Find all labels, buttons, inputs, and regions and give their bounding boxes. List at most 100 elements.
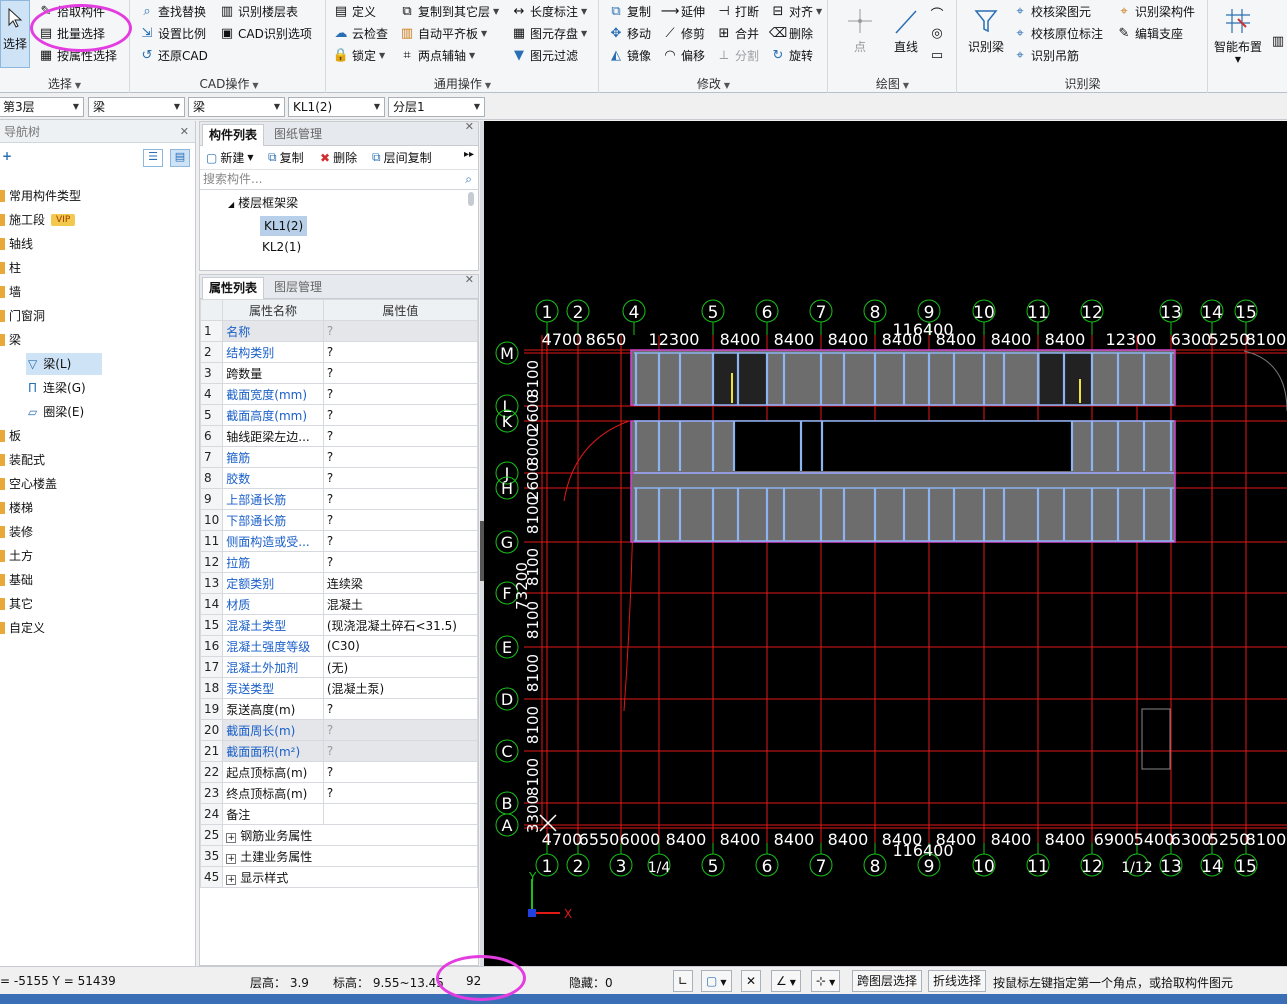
property-row[interactable]: 17 混凝土外加剂 (无) xyxy=(199,656,479,678)
navtree-item[interactable]: 装修 xyxy=(0,521,33,543)
property-value[interactable]: ? xyxy=(322,362,479,384)
navtree-item[interactable]: 自定义 xyxy=(0,617,45,639)
component-search-input[interactable]: 搜索构件... ⌕ xyxy=(200,170,478,190)
navtree-item[interactable]: 其它 xyxy=(0,593,33,615)
navtree-subitem[interactable]: ▱ 圈梁(E) xyxy=(26,401,116,423)
property-value[interactable]: ? xyxy=(322,383,479,405)
snap-toggle[interactable]: ✕ xyxy=(741,970,762,992)
search-icon[interactable]: ⌕ xyxy=(465,170,472,189)
property-value[interactable]: ? xyxy=(322,467,479,489)
property-value[interactable]: (无) xyxy=(322,656,479,678)
cloud-check-button[interactable]: ☁ 云检查 xyxy=(333,22,389,44)
sublayer-selector[interactable]: 分层1 ▼ xyxy=(388,97,485,117)
property-row[interactable]: 4 截面宽度(mm)? xyxy=(199,383,479,405)
property-row[interactable]: 16 混凝土强度等级 (C30) xyxy=(199,635,479,657)
mirror-button[interactable]: ◭ 镜像 xyxy=(608,44,651,66)
cross-layer-select-button[interactable]: 跨图层选择 xyxy=(852,970,923,992)
property-row[interactable]: 7 箍筋? xyxy=(199,446,479,468)
pick-component-button[interactable]: ✎ 拾取构件 xyxy=(38,0,105,22)
tab-component-list[interactable]: 构件列表 xyxy=(202,124,265,146)
expand-icon[interactable]: + xyxy=(226,853,237,864)
property-row[interactable]: 22 起点顶标高(m)? xyxy=(199,761,479,783)
floor-selector[interactable]: 第3层 ▼ xyxy=(0,97,84,117)
type-selector[interactable]: 梁 ▼ xyxy=(188,97,285,117)
move-button[interactable]: ✥ 移动 xyxy=(608,22,651,44)
property-value[interactable]: ? xyxy=(322,404,479,426)
set-scale-button[interactable]: ⇲ 设置比例 xyxy=(139,22,206,44)
property-value[interactable]: ? xyxy=(322,551,479,573)
navtree-item[interactable]: 基础 xyxy=(0,569,33,591)
navtree-item[interactable]: 装配式 xyxy=(0,449,45,471)
element-save-button[interactable]: ▦ 图元存盘 ▼ xyxy=(511,22,587,44)
cad-recognize-options-button[interactable]: ▣ CAD识别选项 xyxy=(219,22,312,44)
two-point-axis-button[interactable]: ⌗ 两点辅轴 ▼ xyxy=(399,44,475,66)
point-button[interactable]: 点 xyxy=(843,4,877,55)
property-row[interactable]: 23 终点顶标高(m)? xyxy=(199,782,479,804)
property-row[interactable]: 19 泵送高度(m)? xyxy=(199,698,479,720)
property-value[interactable]: ? xyxy=(322,740,479,762)
property-row[interactable]: 11 侧面构造或受...? xyxy=(199,530,479,552)
recognize-hanger-bar-button[interactable]: ⌖ 识别吊筋 xyxy=(1012,44,1079,66)
angle-dropdown[interactable]: ∠ ▼ xyxy=(771,970,801,992)
property-value[interactable]: ? xyxy=(322,698,479,720)
property-row[interactable]: 6 轴线距梁左边...? xyxy=(199,425,479,447)
close-icon[interactable]: ✕ xyxy=(465,120,474,133)
copy-button[interactable]: ⧉ 复制 xyxy=(608,0,651,22)
rect-tool-button[interactable]: ▭ xyxy=(929,44,948,66)
property-row[interactable]: 5 截面高度(mm)? xyxy=(199,404,479,426)
merge-button[interactable]: ⊞ 合并 xyxy=(716,22,759,44)
find-replace-button[interactable]: ⌕ 查找替换 xyxy=(139,0,206,22)
recognize-beam-component-button[interactable]: ⌖ 识别梁构件 xyxy=(1116,0,1195,22)
property-value[interactable]: (现浇混凝土碎石<31.5) xyxy=(322,614,479,636)
align-button[interactable]: ⊟ 对齐 ▼ xyxy=(770,0,823,22)
property-group-cell[interactable]: + 钢筋业务属性 xyxy=(222,824,478,846)
property-value[interactable]: ? xyxy=(322,446,479,468)
navtree-item[interactable]: 墙 xyxy=(0,281,21,303)
more-icon[interactable]: ▸▸ xyxy=(464,149,474,160)
auto-align-slab-button[interactable]: ▥ 自动平齐板 ▼ xyxy=(399,22,487,44)
check-in-situ-annotation-button[interactable]: ⌖ 校核原位标注 xyxy=(1012,22,1103,44)
navtree-subitem[interactable]: Π 连梁(G) xyxy=(26,377,116,399)
copy-component-button[interactable]: ⧉ 复制 xyxy=(268,149,304,166)
tree-view-icon[interactable]: ▤ xyxy=(170,149,190,167)
break-button[interactable]: ⊣ 打断 xyxy=(716,0,759,22)
property-value[interactable]: (C30) xyxy=(322,635,479,657)
property-value[interactable]: ? xyxy=(322,425,479,447)
property-row[interactable]: 24 备注 xyxy=(199,803,479,825)
restore-cad-button[interactable]: ↺ 还原CAD xyxy=(139,44,208,66)
rotate-button[interactable]: ↻ 旋转 xyxy=(770,44,813,66)
expand-icon[interactable]: + xyxy=(226,874,237,885)
component-item[interactable]: KL2(1) xyxy=(262,240,301,254)
close-icon[interactable]: ✕ xyxy=(465,273,474,286)
property-row[interactable]: 12 拉筋? xyxy=(199,551,479,573)
delete-component-button[interactable]: ✖ 删除 xyxy=(320,149,357,166)
drawing-canvas[interactable]: 1 2 4 5 6 7 8 9 10 11 12 13 14 15 1 2 3 1/4 5 6 7 8 9 10 11 12 1/1… xyxy=(484,121,1287,966)
navtree-item[interactable]: 梁 xyxy=(0,329,21,351)
lock-button[interactable]: 🔒 锁定 ▼ xyxy=(333,44,385,66)
delete-button[interactable]: ⌫ 删除 xyxy=(769,22,813,44)
property-value[interactable]: ? xyxy=(322,719,479,741)
scrollbar[interactable] xyxy=(468,192,474,206)
tab-property-list[interactable]: 属性列表 xyxy=(202,277,265,299)
property-row[interactable]: 1 名称? xyxy=(199,320,479,342)
property-group-cell[interactable]: + 显示样式 xyxy=(222,866,478,888)
list-view-icon[interactable]: ☰ xyxy=(143,149,163,167)
property-value[interactable]: ? xyxy=(322,761,479,783)
navtree-subitem[interactable]: ▽ 梁(L) xyxy=(26,353,102,375)
new-component-button[interactable]: ▢ 新建 ▼ xyxy=(206,149,254,166)
select-button[interactable]: 选择 xyxy=(0,0,30,68)
recognize-floor-table-button[interactable]: ▥ 识别楼层表 xyxy=(219,0,298,22)
property-row[interactable]: 21 截面面积(m²)? xyxy=(199,740,479,762)
extra-tool-button[interactable]: ▥ xyxy=(1270,30,1287,52)
property-value[interactable]: ? xyxy=(322,341,479,363)
arc-tool-button[interactable]: ⌒ xyxy=(929,2,948,24)
split-button[interactable]: ⟂ 分割 xyxy=(716,44,759,66)
property-value[interactable]: ? xyxy=(322,320,479,342)
property-row[interactable]: 10 下部通长筋? xyxy=(199,509,479,531)
line-button[interactable]: 直线 xyxy=(889,4,923,55)
insert-point-dropdown[interactable]: ⊹ ▼ xyxy=(811,970,841,992)
property-row[interactable]: 3 跨数量? xyxy=(199,362,479,384)
property-row[interactable]: 15 混凝土类型 (现浇混凝土碎石<31.5) xyxy=(199,614,479,636)
trim-button[interactable]: ⟋ 修剪 xyxy=(662,22,705,44)
close-icon[interactable]: ✕ xyxy=(180,121,189,143)
